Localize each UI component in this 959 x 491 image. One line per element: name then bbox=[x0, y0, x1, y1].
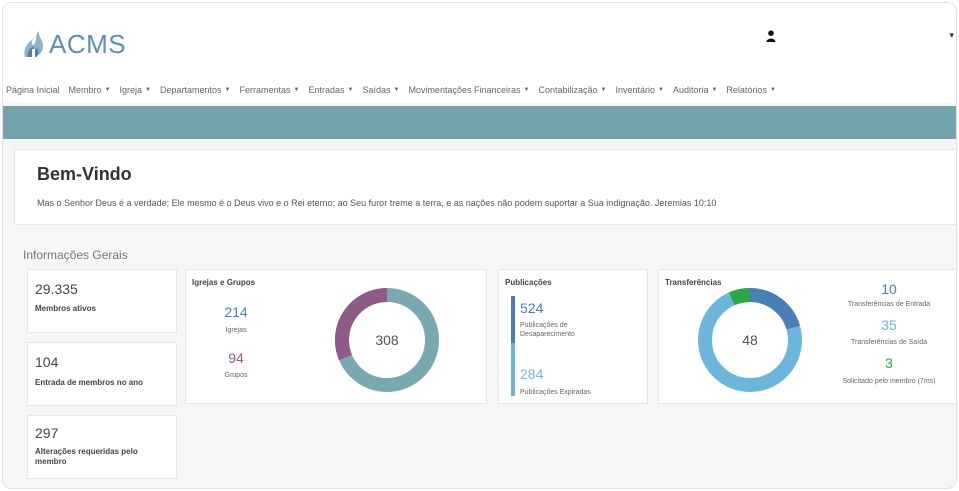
nav-item-ferramentas[interactable]: Ferramentas ▼ bbox=[239, 85, 299, 95]
publicacoes-card[interactable]: Publicações 524 Publicações de Desaparec… bbox=[498, 269, 648, 404]
entrada-value: 10 bbox=[881, 281, 897, 297]
desaparecimento-bar bbox=[511, 296, 515, 343]
entrada-label: Transferências de Entrada bbox=[847, 301, 931, 308]
expiradas-bar bbox=[511, 343, 515, 396]
caret-down-icon: ▼ bbox=[104, 87, 111, 93]
caret-down-icon: ▼ bbox=[347, 87, 354, 93]
nav-item-membro[interactable]: Membro ▼ bbox=[69, 85, 111, 95]
nav-item-label: Movimentações Financeiras bbox=[408, 85, 521, 95]
stat-value: 297 bbox=[35, 425, 59, 441]
solicitado-label: Solicitado pelo membro (7ms) bbox=[842, 378, 936, 385]
user-icon[interactable] bbox=[766, 30, 776, 42]
desaparecimento-label-line1: Publicações de bbox=[520, 322, 568, 329]
nav-item-auditoria[interactable]: Auditoria ▼ bbox=[673, 85, 717, 95]
desaparecimento-value: 524 bbox=[520, 300, 544, 316]
stat-label: Entrada de membros no ano bbox=[35, 378, 144, 387]
caret-down-icon: ▼ bbox=[711, 87, 718, 93]
nav-item-label: Saídas bbox=[362, 85, 391, 95]
nav-item-label: Membro bbox=[68, 85, 102, 95]
caret-down-icon: ▼ bbox=[393, 87, 400, 93]
igrejas-value: 214 bbox=[224, 304, 248, 320]
app-logo[interactable]: ACMS bbox=[21, 25, 126, 63]
nav-item-movimentacoes-financeiras[interactable]: Movimentações Financeiras ▼ bbox=[408, 85, 529, 95]
top-bar: ACMS ▾ bbox=[3, 3, 956, 77]
card-title: Publicações bbox=[505, 278, 552, 287]
igrejas-grupos-card[interactable]: Igrejas e Grupos 214 Igrejas 94 Grupos 3… bbox=[185, 269, 487, 404]
section-title: Informações Gerais bbox=[23, 248, 128, 262]
main-nav: Página Inicial Membro ▼ Igreja ▼ Departamento… bbox=[3, 77, 956, 103]
stat-label: Alterações requeridas pelo membro bbox=[35, 447, 138, 466]
saida-value: 35 bbox=[881, 317, 897, 333]
stat-card-entrada-membros[interactable]: 104 Entrada de membros no ano bbox=[27, 342, 177, 406]
user-menu-caret-icon[interactable]: ▾ bbox=[949, 30, 954, 41]
desaparecimento-label-line2: Desaparecimento bbox=[520, 331, 575, 338]
grupos-label: Grupos bbox=[224, 372, 248, 379]
nav-item-label: Página Inicial bbox=[6, 85, 60, 95]
expiradas-value: 284 bbox=[520, 366, 544, 382]
logo-text: ACMS bbox=[49, 28, 127, 59]
card-title: Igrejas e Grupos bbox=[192, 278, 256, 287]
nav-item-label: Contabilização bbox=[538, 85, 598, 95]
stat-card-membros-ativos[interactable]: 29.335 Membros ativos bbox=[27, 269, 177, 333]
stat-value: 29.335 bbox=[35, 281, 78, 297]
caret-down-icon: ▼ bbox=[769, 87, 776, 93]
nav-item-relatorios[interactable]: Relatórios ▼ bbox=[726, 85, 775, 95]
donut-segment-grupos bbox=[334, 288, 388, 361]
nav-item-igreja[interactable]: Igreja ▼ bbox=[120, 85, 151, 95]
nav-item-departamentos[interactable]: Departamentos ▼ bbox=[160, 85, 231, 95]
caret-down-icon: ▼ bbox=[600, 87, 607, 93]
stat-value: 104 bbox=[35, 354, 59, 370]
donut-segment-entrada bbox=[749, 288, 800, 330]
caret-down-icon: ▼ bbox=[523, 87, 530, 93]
nav-item-label: Entradas bbox=[308, 85, 345, 95]
stat-card-alteracoes[interactable]: 297 Alterações requeridas pelo membro bbox=[27, 415, 177, 479]
nav-item-saidas[interactable]: Saídas ▼ bbox=[362, 85, 399, 95]
donut-total: 48 bbox=[742, 332, 758, 348]
expiradas-label: Publicações Expiradas bbox=[520, 389, 591, 396]
nav-item-label: Auditoria bbox=[672, 85, 709, 95]
caret-down-icon: ▼ bbox=[293, 87, 300, 93]
caret-down-icon: ▼ bbox=[145, 87, 151, 93]
app-window: ACMS ▾ Página Inicial Membro ▼ Igreja ▼ Depar… bbox=[2, 2, 957, 489]
transferencias-card[interactable]: Transferências 48 10 Transferências de E… bbox=[658, 269, 956, 404]
nav-item-label: Relatórios bbox=[726, 85, 767, 95]
nav-item-contabilizacao[interactable]: Contabilização ▼ bbox=[538, 85, 606, 95]
grupos-value: 94 bbox=[228, 350, 244, 366]
donut-total: 308 bbox=[375, 332, 399, 348]
igrejas-label: Igrejas bbox=[225, 327, 247, 334]
logo-flame-icon bbox=[24, 31, 43, 57]
welcome-panel: Bem-Vindo Mas o Senhor Deus é a verdade;… bbox=[14, 149, 956, 225]
caret-down-icon: ▼ bbox=[657, 87, 664, 93]
nav-item-label: Inventário bbox=[615, 85, 655, 95]
nav-item-inventario[interactable]: Inventário ▼ bbox=[615, 85, 663, 95]
donut-segment-solicitado bbox=[728, 287, 751, 306]
nav-item-label: Departamentos bbox=[159, 85, 222, 95]
saida-label: Transferências de Saída bbox=[850, 339, 927, 346]
nav-item-pagina-inicial[interactable]: Página Inicial bbox=[6, 85, 60, 95]
stat-label: Membros ativos bbox=[35, 304, 96, 313]
nav-item-label: Ferramentas bbox=[239, 85, 291, 95]
nav-item-label: Igreja bbox=[119, 85, 143, 95]
nav-item-entradas[interactable]: Entradas ▼ bbox=[308, 85, 353, 95]
caret-down-icon: ▼ bbox=[224, 87, 231, 93]
header-band bbox=[3, 106, 956, 139]
solicitado-value: 3 bbox=[885, 355, 893, 371]
welcome-title: Bem-Vindo bbox=[37, 164, 132, 184]
welcome-verse: Mas o Senhor Deus é a verdade; Ele mesmo… bbox=[37, 198, 717, 208]
